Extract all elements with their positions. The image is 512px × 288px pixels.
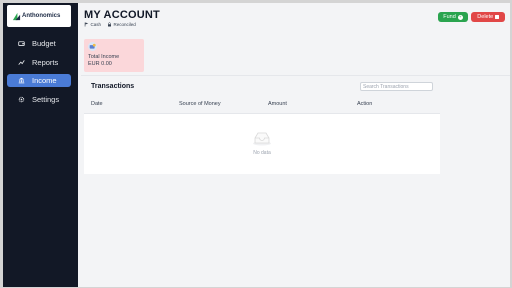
delete-button[interactable]: Delete bbox=[471, 12, 505, 22]
fund-button-label: Fund bbox=[443, 14, 456, 20]
sidebar-item-label: Budget bbox=[32, 39, 56, 48]
transactions-title: Transactions bbox=[91, 83, 135, 90]
column-header-source[interactable]: Source of Money bbox=[179, 101, 221, 107]
logo-mark-icon bbox=[12, 12, 21, 20]
total-income-value: EUR 0.00 bbox=[88, 61, 112, 67]
gear-icon bbox=[18, 96, 25, 103]
empty-state-text: No data bbox=[253, 150, 271, 156]
table-header: Date Source of Money Amount Action bbox=[84, 94, 440, 114]
bank-icon bbox=[18, 77, 25, 84]
sidebar-item-label: Reports bbox=[32, 58, 59, 67]
page-title: MY ACCOUNT bbox=[84, 9, 160, 21]
transactions-table: Date Source of Money Amount Action No da… bbox=[84, 94, 440, 174]
divider bbox=[81, 75, 510, 76]
total-income-label: Total Income bbox=[88, 54, 120, 60]
account-type-label: Cash bbox=[90, 22, 102, 27]
logo-text: Anthonomics bbox=[22, 13, 61, 19]
reconciled-tag: Reconciled bbox=[107, 22, 136, 27]
sidebar-item-settings[interactable]: Settings bbox=[7, 93, 71, 106]
reconciled-label: Reconciled bbox=[113, 22, 136, 27]
sidebar-item-label: Income bbox=[32, 76, 57, 85]
sidebar-item-income[interactable]: Income bbox=[7, 74, 71, 87]
sidebar: Anthonomics Budget Reports Income Settin bbox=[3, 3, 78, 287]
sidebar-item-budget[interactable]: Budget bbox=[7, 37, 71, 50]
lock-icon bbox=[108, 22, 112, 27]
column-header-action[interactable]: Action bbox=[357, 101, 372, 107]
column-header-date[interactable]: Date bbox=[91, 101, 103, 107]
chart-line-icon bbox=[18, 59, 25, 66]
flag-icon bbox=[84, 22, 89, 27]
wallet-icon bbox=[18, 40, 25, 47]
total-income-card: Total Income EUR 0.00 bbox=[84, 39, 144, 72]
trash-icon bbox=[495, 14, 499, 20]
account-tags: Cash Reconciled bbox=[84, 22, 136, 27]
sidebar-item-reports[interactable]: Reports bbox=[7, 56, 71, 69]
fund-button[interactable]: Fund + bbox=[438, 12, 468, 22]
sidebar-item-label: Settings bbox=[32, 95, 60, 104]
column-header-amount[interactable]: Amount bbox=[268, 101, 287, 107]
delete-button-label: Delete bbox=[477, 14, 494, 20]
search-transactions-input[interactable] bbox=[360, 82, 433, 91]
wallet-coin-icon bbox=[88, 42, 97, 51]
empty-inbox-icon bbox=[253, 132, 271, 146]
plus-circle-icon: + bbox=[457, 14, 463, 20]
account-type-tag: Cash bbox=[84, 22, 101, 27]
app-window: Anthonomics Budget Reports Income Settin bbox=[3, 3, 510, 287]
logo[interactable]: Anthonomics bbox=[7, 5, 71, 27]
